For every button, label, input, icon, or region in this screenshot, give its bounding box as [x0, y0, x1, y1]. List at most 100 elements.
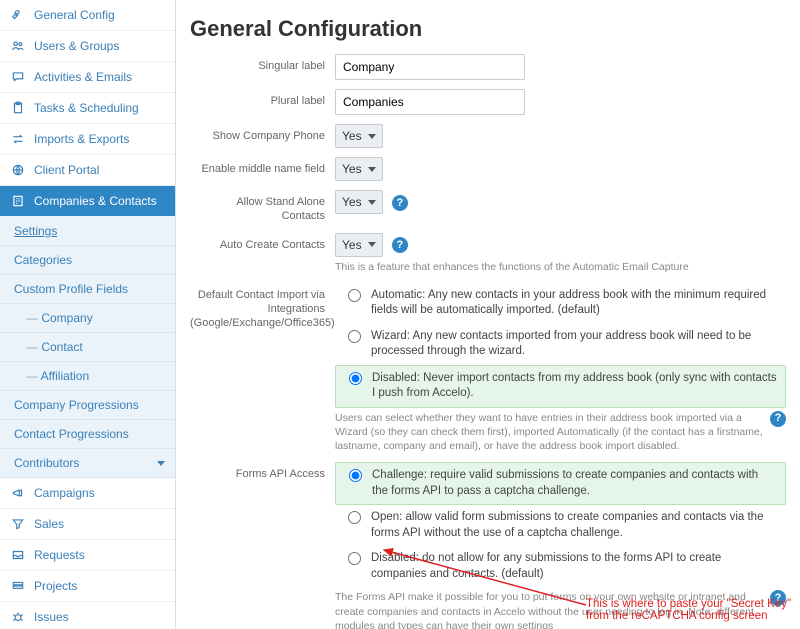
- nav-label: Client Portal: [34, 163, 99, 177]
- subnav-label: Contributors: [14, 456, 79, 470]
- subnav-company-progressions[interactable]: Company Progressions: [0, 391, 175, 420]
- chat-icon: [10, 69, 26, 85]
- label-enable-middle-name: Enable middle name field: [190, 157, 335, 176]
- layers-icon: [10, 578, 26, 594]
- radio-forms-challenge[interactable]: Challenge: require valid submissions to …: [335, 462, 786, 505]
- desc-default-import: ? Users can select whether they want to …: [335, 411, 786, 454]
- subnav-contact-progressions[interactable]: Contact Progressions: [0, 420, 175, 449]
- subnav-contributors[interactable]: Contributors: [0, 449, 175, 478]
- nav-label: General Config: [34, 8, 115, 22]
- select-allow-standalone[interactable]: Yes: [335, 190, 383, 214]
- subnav-settings[interactable]: Settings: [0, 217, 175, 246]
- nav-label: Companies & Contacts: [34, 194, 157, 208]
- label-allow-standalone: Allow Stand Alone Contacts: [190, 190, 335, 224]
- select-value: Yes: [342, 195, 362, 209]
- nav-requests[interactable]: Requests: [0, 540, 175, 571]
- subnav-cp-affiliation[interactable]: Affiliation: [0, 362, 175, 391]
- select-value: Yes: [342, 162, 362, 176]
- nav-label: Activities & Emails: [34, 70, 132, 84]
- nav-issues[interactable]: Issues: [0, 602, 175, 629]
- chevron-down-icon: [368, 134, 376, 139]
- nav-activities-emails[interactable]: Activities & Emails: [0, 62, 175, 93]
- subnav-label: Company Progressions: [14, 398, 139, 412]
- radio-import-disabled[interactable]: Disabled: Never import contacts from my …: [335, 365, 786, 408]
- radio-label: Wizard: Any new contacts imported from y…: [371, 329, 778, 360]
- sub-settings-block: Settings Categories Custom Profile Field…: [0, 217, 175, 478]
- label-show-company-phone: Show Company Phone: [190, 124, 335, 143]
- nav-label: Users & Groups: [34, 39, 119, 53]
- subnav-categories[interactable]: Categories: [0, 246, 175, 275]
- select-value: Yes: [342, 129, 362, 143]
- nav-companies-contacts[interactable]: Companies & Contacts: [0, 186, 175, 217]
- select-auto-create[interactable]: Yes: [335, 233, 383, 257]
- subnav-cp-company[interactable]: Company: [0, 304, 175, 333]
- select-value: Yes: [342, 238, 362, 252]
- select-enable-middle-name[interactable]: Yes: [335, 157, 383, 181]
- subnav-custom-profile-fields[interactable]: Custom Profile Fields: [0, 275, 175, 304]
- chevron-down-icon: [368, 242, 376, 247]
- radio-label: Open: allow valid form submissions to cr…: [371, 510, 778, 541]
- desc-text: Users can select whether they want to ha…: [335, 412, 763, 452]
- help-icon[interactable]: ?: [770, 411, 786, 427]
- nav-label: Requests: [34, 548, 85, 562]
- radio-label: Disabled: Never import contacts from my …: [372, 371, 777, 402]
- nav-label: Campaigns: [34, 486, 95, 500]
- nav-client-portal[interactable]: Client Portal: [0, 155, 175, 186]
- desc-auto-create: This is a feature that enhances the func…: [335, 260, 786, 274]
- label-default-import: Default Contact Import via Integrations …: [190, 283, 335, 331]
- nav-label: Sales: [34, 517, 64, 531]
- nav-projects[interactable]: Projects: [0, 571, 175, 602]
- nav-label: Imports & Exports: [34, 132, 129, 146]
- chevron-down-icon: [368, 167, 376, 172]
- inbox-icon: [10, 547, 26, 563]
- clipboard-icon: [10, 100, 26, 116]
- sidebar: General Config Users & Groups Activities…: [0, 0, 176, 629]
- globe-icon: [10, 162, 26, 178]
- bug-icon: [10, 609, 26, 625]
- radio-input[interactable]: [348, 552, 361, 565]
- radio-import-automatic[interactable]: Automatic: Any new contacts in your addr…: [335, 283, 786, 324]
- page-title: General Configuration: [190, 16, 786, 42]
- subnav-label: Categories: [14, 253, 72, 267]
- megaphone-icon: [10, 485, 26, 501]
- nav-users-groups[interactable]: Users & Groups: [0, 31, 175, 62]
- building-icon: [10, 193, 26, 209]
- main-content: General Configuration Singular label Plu…: [176, 0, 800, 629]
- radio-forms-open[interactable]: Open: allow valid form submissions to cr…: [335, 505, 786, 546]
- radio-label: Automatic: Any new contacts in your addr…: [371, 288, 778, 319]
- subnav-label: Settings: [14, 224, 57, 238]
- help-icon[interactable]: ?: [392, 195, 408, 211]
- nav-tasks-scheduling[interactable]: Tasks & Scheduling: [0, 93, 175, 124]
- radio-label: Challenge: require valid submissions to …: [372, 468, 777, 499]
- subnav-label: Contact Progressions: [14, 427, 129, 441]
- nav-label: Projects: [34, 579, 77, 593]
- input-plural-label[interactable]: [335, 89, 525, 115]
- radio-input[interactable]: [348, 511, 361, 524]
- radio-input[interactable]: [348, 330, 361, 343]
- nav-label: Tasks & Scheduling: [34, 101, 139, 115]
- nav-label: Issues: [34, 610, 69, 624]
- arrows-icon: [10, 131, 26, 147]
- chevron-down-icon: [157, 461, 165, 466]
- label-singular: Singular label: [190, 54, 335, 73]
- input-singular-label[interactable]: [335, 54, 525, 80]
- radio-import-wizard[interactable]: Wizard: Any new contacts imported from y…: [335, 324, 786, 365]
- nav-imports-exports[interactable]: Imports & Exports: [0, 124, 175, 155]
- nav-general-config[interactable]: General Config: [0, 0, 175, 31]
- radio-input[interactable]: [348, 289, 361, 302]
- radio-input[interactable]: [349, 372, 362, 385]
- select-show-company-phone[interactable]: Yes: [335, 124, 383, 148]
- radio-forms-disabled[interactable]: Disabled: do not allow for any submissio…: [335, 546, 786, 587]
- radio-input[interactable]: [349, 469, 362, 482]
- label-plural: Plural label: [190, 89, 335, 108]
- wrench-icon: [10, 7, 26, 23]
- nav-campaigns[interactable]: Campaigns: [0, 478, 175, 509]
- annotation-text: This is where to paste your "Secret Key"…: [586, 598, 800, 622]
- label-forms-api: Forms API Access: [190, 462, 335, 481]
- chevron-down-icon: [368, 200, 376, 205]
- label-auto-create: Auto Create Contacts: [190, 233, 335, 252]
- subnav-cp-contact[interactable]: Contact: [0, 333, 175, 362]
- help-icon[interactable]: ?: [392, 237, 408, 253]
- nav-sales[interactable]: Sales: [0, 509, 175, 540]
- funnel-icon: [10, 516, 26, 532]
